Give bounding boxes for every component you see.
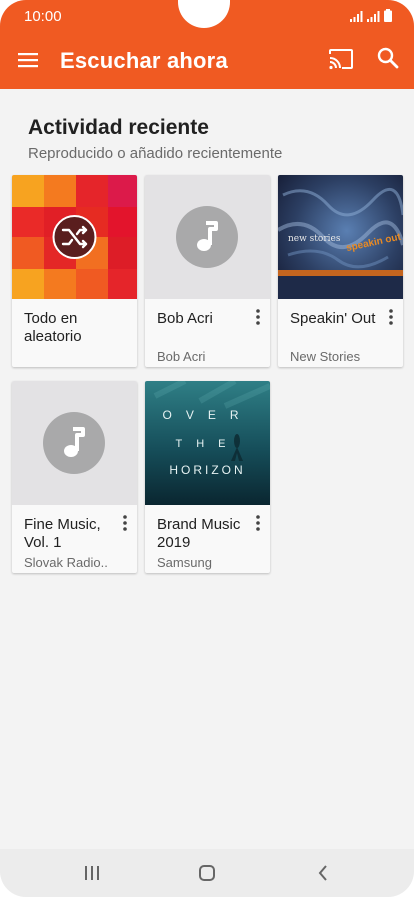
page-title: Escuchar ahora xyxy=(60,48,228,73)
album-art-text: THE xyxy=(176,438,240,450)
placeholder-circle xyxy=(43,412,105,474)
menu-button[interactable] xyxy=(14,46,42,74)
card-title: Todo en aleatorio xyxy=(24,310,82,345)
card-subtitle: New Stories xyxy=(290,349,361,364)
home-icon xyxy=(199,865,215,881)
more-options-button[interactable] xyxy=(117,513,133,533)
more-vert-icon xyxy=(256,309,260,325)
search-button[interactable] xyxy=(377,47,403,73)
camera-notch xyxy=(178,0,230,28)
card-subtitle: Slovak Radio.. xyxy=(24,555,108,570)
app-bar: Escuchar ahora xyxy=(0,32,414,89)
music-note-placeholder-art xyxy=(145,175,270,299)
placeholder-circle xyxy=(176,206,238,268)
hamburger-icon xyxy=(18,53,38,68)
album-art-text: new stories xyxy=(288,234,341,244)
back-icon xyxy=(318,865,327,881)
card-shuffle-all[interactable]: Todo en aleatorio xyxy=(12,175,137,367)
recents-icon xyxy=(85,866,99,880)
card-title: Brand Music 2019 xyxy=(157,516,241,551)
card-title: Speakin' Out xyxy=(290,310,376,327)
card-subtitle: Bob Acri xyxy=(157,349,206,364)
cast-button[interactable] xyxy=(328,48,354,74)
more-options-button[interactable] xyxy=(383,307,399,327)
search-icon xyxy=(377,47,399,69)
cast-icon xyxy=(329,49,353,70)
card-speakin-out[interactable]: new stories speakin out Speakin' Out New… xyxy=(278,175,403,367)
card-title: Fine Music, Vol. 1 xyxy=(24,516,101,551)
system-nav-bar xyxy=(0,849,414,897)
phone-screen: 10:00 Escuchar ahora Actividad reciente … xyxy=(0,0,414,897)
more-options-button[interactable] xyxy=(250,307,266,327)
card-brand-music[interactable]: OVER THE HORIZON Brand Music 2019 Samsun… xyxy=(145,381,270,573)
more-vert-icon xyxy=(389,309,393,325)
music-note-icon xyxy=(197,221,218,251)
card-subtitle: Samsung xyxy=(157,555,212,570)
section-title: Actividad reciente xyxy=(28,116,209,139)
back-button[interactable] xyxy=(310,861,336,885)
album-cover-new-stories: new stories speakin out xyxy=(278,175,403,299)
section-subtitle: Reproducido o añadido recientemente xyxy=(28,145,283,162)
album-art-text: OVER xyxy=(162,408,252,422)
card-title: Bob Acri xyxy=(157,310,213,327)
signal-icon xyxy=(350,11,363,22)
status-icons xyxy=(350,9,392,22)
shuffle-mosaic-art xyxy=(12,175,137,299)
signal-icon xyxy=(367,11,380,22)
more-vert-icon xyxy=(123,515,127,531)
card-bob-acri[interactable]: Bob Acri Bob Acri xyxy=(145,175,270,367)
battery-icon xyxy=(384,9,392,22)
album-art-text: HORIZON xyxy=(169,463,245,477)
recents-button[interactable] xyxy=(79,861,105,885)
card-fine-music[interactable]: Fine Music, Vol. 1 Slovak Radio.. xyxy=(12,381,137,573)
album-cover-over-the-horizon: OVER THE HORIZON xyxy=(145,381,270,505)
more-options-button[interactable] xyxy=(250,513,266,533)
music-note-placeholder-art xyxy=(12,381,137,505)
more-vert-icon xyxy=(256,515,260,531)
status-time: 10:00 xyxy=(24,8,62,25)
status-bar: 10:00 xyxy=(0,0,414,32)
music-note-icon xyxy=(64,427,85,457)
home-button[interactable] xyxy=(194,861,220,885)
